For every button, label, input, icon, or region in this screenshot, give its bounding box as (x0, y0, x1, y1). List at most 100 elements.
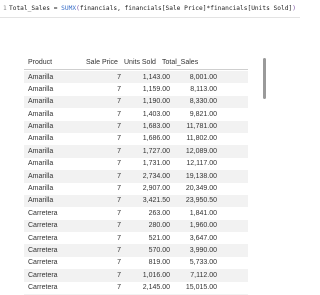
cell-units-sold: 570.00 (148, 246, 170, 254)
cell-total-sales: 3,990.00 (189, 246, 217, 254)
cell-total-sales: 12,089.00 (185, 147, 217, 155)
cell-sale-price: 7 (117, 209, 121, 217)
cell-product: Amarilla (28, 110, 54, 118)
cell-sale-price: 7 (117, 271, 121, 279)
cell-units-sold: 2,145.00 (142, 284, 170, 292)
cell-total-sales: 19,138.00 (185, 172, 217, 180)
cell-sale-price: 7 (117, 259, 121, 267)
cell-sale-price: 7 (117, 110, 121, 118)
cell-total-sales: 11,781.00 (186, 123, 217, 131)
cell-total-sales: 15,015.00 (185, 284, 217, 292)
cell-sale-price: 7 (117, 98, 121, 106)
cell-total-sales: 9,821.00 (189, 110, 217, 118)
formula-arg-column-units: [Units Sold] (247, 5, 293, 12)
formula-arg-table: financials, financials (79, 5, 162, 12)
table-row[interactable]: Amarilla 7 2,734.00 19,138.00 (24, 170, 248, 183)
cell-units-sold: 263.00 (148, 209, 170, 217)
column-header-total-sales[interactable]: Total_Sales (162, 59, 198, 66)
cell-total-sales: 3,647.00 (189, 234, 217, 242)
cell-sale-price: 7 (117, 185, 121, 193)
cell-sale-price: 7 (117, 85, 121, 93)
cell-total-sales: 8,113.00 (190, 85, 217, 93)
formula-arg-column-price: [Sale Price] (161, 5, 207, 12)
cell-units-sold: 1,403.00 (142, 110, 170, 118)
cell-product: Amarilla (28, 98, 54, 106)
cell-sale-price: 7 (117, 246, 121, 254)
cell-total-sales: 5,733.00 (189, 259, 217, 267)
table-row[interactable]: Carretera 7 1,016.00 7,112.00 (24, 269, 248, 282)
cell-units-sold: 1,143.00 (142, 73, 170, 81)
cell-total-sales: 1,960.00 (189, 222, 217, 230)
cell-product: Amarilla (28, 147, 54, 155)
table-row[interactable]: Carretera 7 819.00 5,733.00 (24, 257, 248, 269)
formula-code[interactable]: Total_Sales = SUMX(financials, financial… (9, 0, 296, 17)
table-body: Amarilla 7 1,143.00 8,001.00 Amarilla 7 1,159.… (24, 71, 248, 295)
cell-units-sold: 1,683.00 (142, 123, 170, 131)
cell-product: Amarilla (28, 85, 54, 93)
cell-product: Carretera (28, 271, 58, 279)
column-header-sale-price[interactable]: Sale Price (86, 59, 118, 66)
table-row[interactable]: Amarilla 7 1,727.00 12,089.00 (24, 145, 248, 158)
cell-units-sold: 521.00 (148, 234, 170, 242)
formula-bar[interactable]: 1 Total_Sales = SUMX(financials, financi… (0, 0, 300, 18)
cell-units-sold: 1,190.00 (142, 98, 170, 106)
cell-units-sold: 1,016.00 (142, 271, 170, 279)
table-row[interactable]: Amarilla 7 1,731.00 12,117.00 (24, 158, 248, 170)
cell-total-sales: 7,112.00 (190, 271, 217, 279)
cell-sale-price: 7 (117, 172, 121, 180)
vertical-scrollbar-thumb[interactable] (263, 58, 266, 99)
formula-measure-name: Total_Sales (9, 5, 50, 12)
cell-product: Carretera (28, 222, 58, 230)
cell-product: Amarilla (28, 160, 54, 168)
cell-product: Amarilla (28, 135, 54, 143)
cell-sale-price: 7 (117, 234, 121, 242)
cell-units-sold: 1,159.00 (142, 85, 170, 93)
cell-product: Amarilla (28, 185, 54, 193)
table-row[interactable]: Amarilla 7 1,403.00 9,821.00 (24, 108, 248, 120)
formula-close-paren: ) (292, 5, 296, 12)
cell-units-sold: 819.00 (148, 259, 170, 267)
cell-sale-price: 7 (117, 73, 121, 81)
column-header-product[interactable]: Product (28, 59, 52, 66)
table-row[interactable]: Amarilla 7 1,159.00 8,113.00 (24, 83, 248, 95)
cell-total-sales: 11,802.00 (186, 135, 217, 143)
cell-product: Amarilla (28, 197, 54, 205)
table-row[interactable]: Amarilla 7 3,421.50 23,950.50 (24, 194, 248, 208)
cell-units-sold: 1,727.00 (142, 147, 170, 155)
cell-units-sold: 280.00 (148, 222, 170, 230)
table-row[interactable]: Amarilla 7 1,143.00 8,001.00 (24, 71, 248, 84)
cell-total-sales: 8,001.00 (189, 73, 217, 81)
cell-product: Amarilla (28, 172, 54, 180)
cell-sale-price: 7 (117, 123, 121, 131)
table-row[interactable]: Carretera 7 2,145.00 15,015.00 (24, 282, 248, 294)
table-header-row: Product Sale Price Units Sold Total_Sale… (24, 55, 248, 70)
cell-product: Carretera (28, 284, 58, 292)
cell-total-sales: 1,841.00 (189, 209, 217, 217)
table-row[interactable]: Amarilla 7 2,907.00 20,349.00 (24, 183, 248, 195)
cell-units-sold: 3,421.50 (142, 197, 170, 205)
cell-units-sold: 1,686.00 (142, 135, 170, 143)
table-row[interactable]: Amarilla 7 1,686.00 11,802.00 (24, 133, 248, 145)
cell-total-sales: 23,950.50 (185, 197, 217, 205)
table-row[interactable]: Carretera 7 521.00 3,647.00 (24, 232, 248, 244)
cell-total-sales: 12,117.00 (186, 160, 217, 168)
table-row[interactable]: Carretera 7 570.00 3,990.00 (24, 244, 248, 257)
cell-product: Carretera (28, 259, 58, 267)
table-row[interactable]: Carretera 7 280.00 1,960.00 (24, 219, 248, 233)
cell-sale-price: 7 (117, 222, 121, 230)
formula-function: SUMX (61, 5, 77, 12)
table-row[interactable]: Carretera 7 263.00 1,841.00 (24, 207, 248, 219)
cell-sale-price: 7 (117, 284, 121, 292)
cell-product: Carretera (28, 234, 58, 242)
cell-total-sales: 20,349.00 (185, 185, 217, 193)
formula-line-number: 1 (3, 5, 7, 12)
cell-sale-price: 7 (117, 160, 121, 168)
table-row[interactable]: Amarilla 7 1,190.00 8,330.00 (24, 95, 248, 109)
column-header-units-sold[interactable]: Units Sold (124, 59, 156, 66)
cell-units-sold: 2,734.00 (142, 172, 170, 180)
formula-equals: = (49, 5, 62, 12)
table-row[interactable]: Amarilla 7 1,683.00 11,781.00 (24, 120, 248, 133)
cell-total-sales: 8,330.00 (189, 98, 217, 106)
table-visual[interactable]: Product Sale Price Units Sold Total_Sale… (24, 55, 248, 295)
cell-sale-price: 7 (117, 147, 121, 155)
